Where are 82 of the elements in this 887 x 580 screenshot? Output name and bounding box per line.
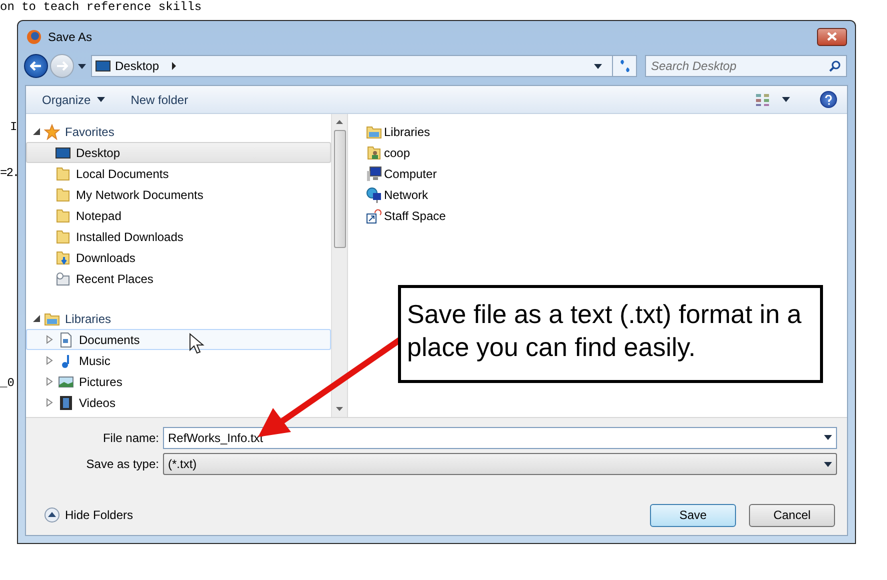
scrollbar[interactable] bbox=[331, 114, 347, 417]
arrow-left-icon bbox=[30, 61, 42, 71]
nav-item[interactable]: Recent Places bbox=[26, 268, 331, 289]
collapsed-triangle-icon[interactable] bbox=[46, 335, 53, 344]
back-button[interactable] bbox=[24, 54, 48, 78]
caret-icon bbox=[78, 64, 86, 68]
nav-item[interactable]: Music bbox=[26, 350, 331, 371]
scrollbar-thumb[interactable] bbox=[334, 130, 346, 248]
nav-group-label[interactable]: Libraries bbox=[65, 310, 112, 328]
folder-icon bbox=[55, 208, 71, 224]
close-button[interactable] bbox=[817, 28, 847, 46]
help-button[interactable] bbox=[820, 91, 837, 108]
field-label: Save as type: bbox=[85, 456, 160, 473]
close-icon bbox=[827, 32, 837, 41]
collapsed-triangle-icon[interactable] bbox=[46, 377, 53, 386]
scroll-up-icon[interactable] bbox=[336, 120, 343, 124]
recent-places-icon bbox=[55, 270, 71, 286]
nav-item[interactable]: Pictures bbox=[26, 371, 331, 392]
document-text: _0 bbox=[0, 376, 14, 390]
toolbar-button[interactable]: Organize bbox=[36, 88, 111, 110]
nav-item[interactable]: My Network Documents bbox=[26, 184, 331, 205]
dialog-button[interactable]: Cancel bbox=[749, 504, 835, 526]
collapsed-triangle-icon[interactable] bbox=[46, 356, 53, 365]
folder-icon bbox=[55, 228, 71, 244]
file-type-dropdown[interactable]: (*.txt) bbox=[163, 453, 837, 475]
file-item[interactable]: Staff Space bbox=[366, 205, 847, 226]
computer-icon bbox=[366, 166, 382, 182]
library-folder-icon bbox=[366, 124, 382, 140]
caret-icon bbox=[96, 97, 105, 102]
question-mark-icon bbox=[825, 94, 832, 104]
nav-item[interactable]: Desktop bbox=[26, 142, 331, 163]
search-field[interactable]: Search Desktop bbox=[645, 55, 847, 77]
star-icon bbox=[44, 124, 60, 140]
caret-icon bbox=[782, 97, 790, 102]
file-name-field[interactable]: RefWorks_Info.txt bbox=[163, 427, 837, 449]
caret-icon bbox=[594, 64, 602, 68]
collapsed-triangle-icon[interactable] bbox=[46, 398, 53, 407]
document-text: =2. bbox=[0, 166, 19, 180]
folder-icon bbox=[55, 186, 71, 202]
file-item[interactable]: Computer bbox=[366, 163, 847, 184]
nav-group-label[interactable]: Favorites bbox=[65, 122, 114, 140]
file-item[interactable]: Libraries bbox=[366, 121, 847, 142]
nav-item[interactable]: Notepad bbox=[26, 205, 331, 226]
nav-item[interactable]: Videos bbox=[26, 392, 331, 413]
arrow-right-icon bbox=[56, 61, 68, 71]
caret-icon bbox=[824, 435, 832, 440]
callout-box: Save file as a text (.txt) format in a place you can find easily. bbox=[398, 285, 823, 383]
document-icon bbox=[58, 332, 74, 348]
browser-logo-icon bbox=[26, 28, 42, 44]
nav-item[interactable]: Downloads bbox=[26, 247, 331, 268]
folder-download-icon bbox=[55, 250, 71, 266]
shortcut-icon bbox=[366, 208, 382, 224]
caret-icon bbox=[824, 462, 832, 466]
search-icon bbox=[829, 60, 841, 72]
nav-item[interactable]: Installed Downloads bbox=[26, 226, 331, 247]
collapse-circle-icon bbox=[44, 507, 60, 523]
grid-view-icon bbox=[756, 94, 770, 106]
window-title: Save As bbox=[48, 28, 92, 46]
toolbar-button[interactable]: New folder bbox=[124, 88, 194, 110]
network-globe-icon bbox=[366, 186, 382, 202]
field-label: File name: bbox=[102, 430, 160, 447]
expanded-triangle-icon[interactable] bbox=[33, 315, 40, 322]
hide-folders-button[interactable]: Hide Folders bbox=[36, 506, 134, 524]
expanded-triangle-icon[interactable] bbox=[33, 128, 40, 135]
picture-icon bbox=[58, 374, 74, 390]
nav-item[interactable]: Local Documents bbox=[26, 163, 331, 184]
folder-icon bbox=[55, 166, 71, 182]
library-folder-icon bbox=[44, 310, 60, 326]
file-item[interactable]: Network bbox=[366, 184, 847, 205]
file-item[interactable]: coop bbox=[366, 142, 847, 163]
user-folder-icon bbox=[366, 144, 382, 160]
address-field[interactable]: Desktop bbox=[91, 55, 637, 77]
chevron-right-icon[interactable] bbox=[171, 62, 178, 70]
monitor-icon bbox=[95, 58, 111, 74]
nav-item[interactable]: Documents bbox=[26, 329, 331, 350]
scroll-down-icon[interactable] bbox=[336, 407, 343, 411]
document-text: on to teach reference skills bbox=[0, 0, 202, 14]
dialog-button[interactable]: Save bbox=[650, 504, 736, 526]
film-icon bbox=[58, 394, 74, 410]
location-text[interactable]: Desktop bbox=[115, 57, 160, 75]
document-text: I bbox=[10, 120, 18, 134]
monitor-icon bbox=[55, 144, 71, 160]
